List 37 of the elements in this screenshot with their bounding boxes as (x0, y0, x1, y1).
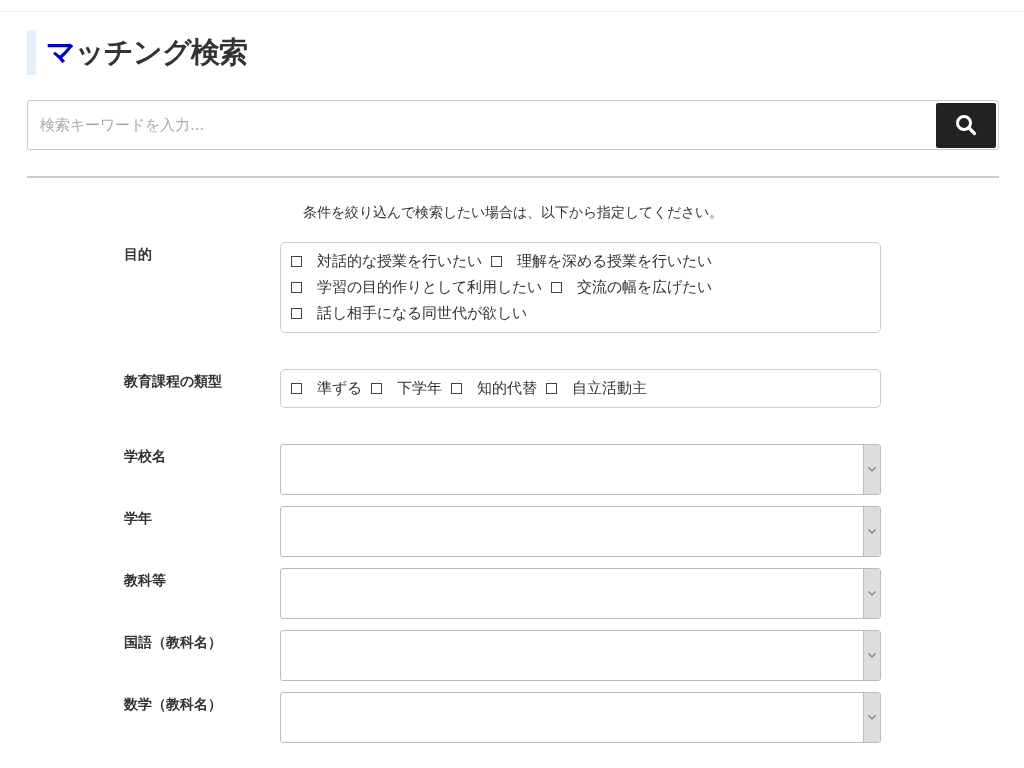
chevron-down-icon (868, 653, 876, 658)
checkbox-label[interactable]: 交流の幅を広げたい (577, 277, 712, 297)
checkbox-label[interactable]: 話し相手になる同世代が欲しい (317, 303, 527, 323)
checkbox[interactable] (546, 382, 557, 394)
heading-accent-bar (27, 30, 36, 75)
search-input[interactable]: 検索キーワードを入力... (28, 105, 936, 145)
checkbox[interactable] (551, 281, 562, 293)
search-icon (955, 114, 977, 136)
field-label: 学年 (124, 509, 153, 528)
checkbox-label[interactable]: 自立活動主 (572, 378, 647, 398)
search-button[interactable] (936, 102, 996, 148)
checkbox[interactable] (291, 281, 302, 293)
checkbox[interactable] (451, 382, 462, 394)
chevron-down-icon (868, 715, 876, 720)
field-label: 教育課程の類型 (124, 372, 223, 391)
checkbox[interactable] (291, 307, 302, 319)
field-label: 教科等 (124, 571, 167, 590)
chevron-down-icon (868, 529, 876, 534)
checkbox-label[interactable]: 理解を深める授業を行いたい (517, 251, 712, 271)
checkbox[interactable] (371, 382, 382, 394)
field-label: 数学（教科名） (124, 695, 223, 714)
chevron-down-icon (868, 591, 876, 596)
chevron-down-icon (868, 467, 876, 472)
checkbox-label[interactable]: 知的代替 (477, 378, 537, 398)
checkbox-label[interactable]: 対話的な授業を行いたい (317, 251, 482, 271)
checkbox[interactable] (491, 255, 502, 267)
checkbox-label[interactable]: 学習の目的作りとして利用したい (317, 277, 542, 297)
checkbox[interactable] (291, 255, 302, 267)
page-title: マ ッチング検索 (46, 33, 247, 71)
field-label: 国語（教科名） (124, 633, 223, 652)
checkbox-label[interactable]: 準ずる (317, 378, 362, 398)
checkbox-label[interactable]: 下学年 (397, 378, 442, 398)
checkbox[interactable] (291, 382, 302, 394)
field-label: 学校名 (124, 447, 167, 466)
field-label: 目的 (124, 245, 153, 264)
instruction-text: 条件を絞り込んで検索したい場合は、以下から指定してください。 (302, 204, 724, 222)
search-field[interactable]: 検索キーワードを入力... (27, 100, 999, 150)
